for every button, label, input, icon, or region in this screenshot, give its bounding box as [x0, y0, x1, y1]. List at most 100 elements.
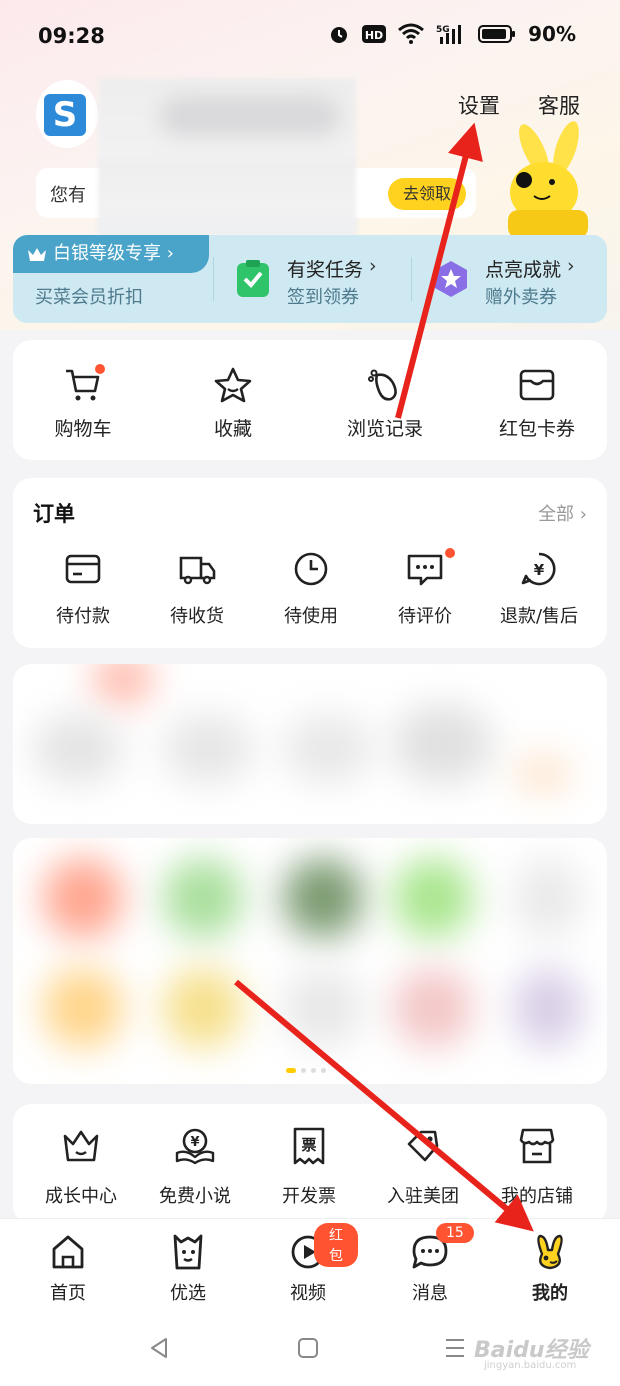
pending-use-button[interactable]: 待使用	[251, 548, 371, 628]
carousel-dot	[286, 1068, 296, 1073]
blur-blob	[163, 714, 253, 784]
free-novel-button[interactable]: ¥ 免费小说	[135, 1124, 255, 1208]
silver-tier-sub: 买菜会员折扣	[35, 287, 143, 308]
customer-service-button[interactable]: 客服	[538, 90, 580, 120]
blur-blob	[283, 858, 363, 938]
blur-blob	[283, 968, 363, 1048]
join-meituan-button[interactable]: 入驻美团	[363, 1124, 483, 1208]
settings-button[interactable]: 设置	[458, 90, 500, 120]
chevron-right-icon: ›	[567, 255, 575, 277]
kangaroo-icon	[537, 1234, 563, 1270]
pending-delivery-label: 待收货	[170, 606, 224, 627]
blur-blob	[163, 968, 243, 1048]
pending-review-button[interactable]: 待评价	[365, 548, 485, 628]
status-time: 09:28	[38, 24, 105, 48]
svg-text:¥: ¥	[534, 561, 545, 579]
all-orders-label: 全部	[538, 504, 575, 525]
blur-blob	[393, 968, 473, 1048]
back-nav-icon[interactable]	[148, 1336, 170, 1360]
refund-button[interactable]: ¥ 退款/售后	[479, 548, 599, 628]
reward-task-section[interactable]: 有奖任务 › 签到领券	[213, 235, 411, 323]
blur-blob	[393, 704, 493, 784]
claim-coupon-button[interactable]: 去领取	[388, 178, 466, 210]
tag-icon	[407, 1130, 439, 1162]
footprint-icon	[368, 369, 397, 401]
silver-tier-label: 白银等级专享	[53, 243, 161, 264]
achievement-section[interactable]: 点亮成就 › 赠外卖券	[411, 235, 607, 323]
tab-home[interactable]: 首页	[18, 1231, 118, 1305]
favorites-button[interactable]: 收藏	[163, 360, 303, 441]
home-icon	[52, 1235, 84, 1269]
growth-center-button[interactable]: 成长中心	[21, 1124, 141, 1208]
home-nav-icon[interactable]	[296, 1336, 320, 1360]
silver-tier-tag: 白银等级专享 ›	[13, 235, 209, 273]
blur-blob	[43, 968, 123, 1048]
tab-messages-label: 消息	[412, 1283, 448, 1304]
carousel-dot	[301, 1068, 306, 1073]
avatar[interactable]: S	[36, 80, 98, 148]
silver-tier-section[interactable]: 白银等级专享 › 买菜会员折扣	[13, 235, 213, 323]
svg-text:¥: ¥	[190, 1135, 199, 1150]
favorites-label: 收藏	[213, 418, 252, 440]
messages-count-badge: 15	[436, 1223, 474, 1243]
blur-blob	[43, 858, 123, 938]
video-red-packet-badge: 红包	[314, 1223, 358, 1267]
achievement-title: 点亮成就	[485, 259, 562, 281]
crown-icon	[63, 1130, 99, 1162]
pending-payment-button[interactable]: 待付款	[23, 548, 143, 628]
quick-actions-card: 购物车 收藏 浏览记录 红包卡券	[13, 340, 607, 460]
menu-nav-icon[interactable]	[444, 1336, 466, 1360]
svg-text:HD: HD	[365, 29, 383, 42]
invoice-label: 开发票	[282, 1186, 336, 1207]
shop-icon	[519, 1128, 555, 1164]
tools-card: 成长中心 ¥ 免费小说 票 开发票 入驻美团 我的店铺	[13, 1104, 607, 1224]
coupons-label: 红包卡券	[498, 418, 575, 440]
cart-label: 购物车	[54, 418, 112, 440]
review-red-dot	[445, 548, 455, 558]
carousel-dot	[321, 1068, 326, 1073]
card-icon	[65, 554, 101, 584]
alarm-icon	[331, 27, 348, 43]
tab-video-label: 视频	[290, 1283, 326, 1304]
blur-blob	[33, 714, 123, 784]
wallet-icon	[519, 369, 555, 401]
battery-percent: 90%	[528, 22, 576, 46]
chevron-right-icon: ›	[369, 255, 377, 277]
tab-featured[interactable]: 优选	[138, 1231, 238, 1305]
history-button[interactable]: 浏览记录	[315, 360, 455, 441]
membership-card: 白银等级专享 › 买菜会员折扣 有奖任务 › 签到领券 点亮成就 › 赠外卖券	[13, 235, 607, 323]
pending-payment-label: 待付款	[56, 606, 110, 627]
badge-hexagon-icon	[435, 261, 467, 297]
my-shop-button[interactable]: 我的店铺	[477, 1124, 597, 1208]
all-orders-link[interactable]: 全部 ›	[538, 500, 587, 526]
pending-use-label: 待使用	[284, 606, 338, 627]
cart-red-dot	[95, 364, 105, 374]
avatar-logo-icon: S	[44, 94, 86, 136]
blur-blob	[513, 754, 573, 794]
tab-messages[interactable]: 15 消息	[380, 1223, 480, 1305]
pending-review-label: 待评价	[398, 606, 452, 627]
reward-task-title: 有奖任务	[287, 259, 364, 281]
coupons-button[interactable]: 红包卡券	[467, 360, 607, 441]
join-meituan-label: 入驻美团	[387, 1186, 459, 1207]
tab-mine-label: 我的	[532, 1283, 568, 1304]
invoice-button[interactable]: 票 开发票	[249, 1124, 369, 1208]
tab-video[interactable]: 红包 视频	[258, 1223, 358, 1305]
status-bar: 09:28 HD 5G 90%	[0, 0, 620, 76]
blur-blob	[93, 664, 153, 704]
blurred-banner	[13, 664, 607, 824]
truck-icon	[179, 556, 216, 585]
wifi-icon	[398, 23, 425, 44]
blurred-recommendations	[13, 838, 607, 1084]
blur-blob	[283, 714, 373, 784]
tab-featured-label: 优选	[170, 1283, 206, 1304]
blur-blob	[513, 968, 583, 1048]
my-shop-label: 我的店铺	[501, 1186, 573, 1207]
blur-blob	[163, 858, 243, 938]
pending-delivery-button[interactable]: 待收货	[137, 548, 257, 628]
clock-icon	[294, 552, 328, 586]
tab-mine[interactable]: 我的	[500, 1231, 600, 1305]
refund-label: 退款/售后	[499, 606, 579, 627]
shopping-cart-button[interactable]: 购物车	[13, 360, 153, 441]
invoice-icon: 票	[293, 1127, 325, 1165]
